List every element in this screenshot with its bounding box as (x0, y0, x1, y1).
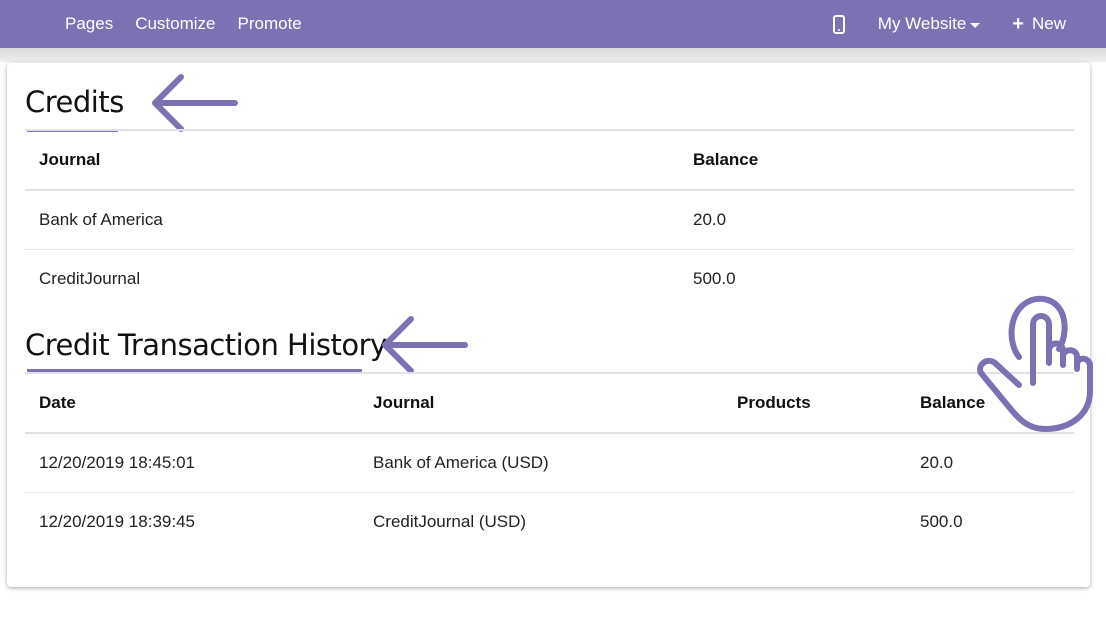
table-row: 12/20/2019 18:45:01 Bank of America (USD… (25, 433, 1074, 493)
nav-left-group: Pages Customize Promote (65, 14, 302, 34)
credits-header-row: Journal Balance (25, 129, 1074, 191)
plus-icon: + (1012, 13, 1024, 35)
top-navbar: Pages Customize Promote My Website + New (0, 0, 1106, 48)
credits-journal-cell: CreditJournal (39, 269, 141, 288)
history-date-cell: 12/20/2019 18:39:45 (39, 512, 195, 531)
history-journal-cell: Bank of America (USD) (359, 433, 723, 493)
table-row: CreditJournal 500.0 (25, 250, 1074, 309)
history-journal-cell: CreditJournal (USD) (373, 512, 527, 531)
left-arrow-icon (152, 74, 238, 132)
history-products-cell (723, 493, 906, 552)
history-products-cell (723, 433, 906, 493)
new-button[interactable]: + New (1012, 14, 1066, 34)
pointing-hand-icon (977, 295, 1093, 432)
credits-col-journal: Journal (25, 129, 679, 191)
history-title: Credit Transaction History (25, 328, 387, 362)
navbar-shadow (0, 48, 1106, 62)
history-header-row: Date Journal Products Balance (25, 372, 1074, 434)
credits-journal-cell: Bank of America (25, 190, 679, 250)
nav-pages-link[interactable]: Pages (65, 14, 113, 34)
content-card: Credits Journal Balance Bank of America … (7, 63, 1090, 587)
nav-right-group: My Website + New (831, 0, 1106, 48)
my-website-dropdown[interactable]: My Website (878, 14, 981, 34)
my-website-label: My Website (877, 14, 967, 33)
credits-col-balance: Balance (679, 129, 1074, 191)
nav-promote-link[interactable]: Promote (238, 14, 302, 34)
history-balance-cell: 20.0 (906, 433, 1074, 493)
credits-title: Credits (25, 85, 124, 119)
history-date-cell: 12/20/2019 18:45:01 (25, 433, 359, 493)
table-row: 12/20/2019 18:39:45 CreditJournal (USD) … (25, 493, 1074, 552)
credits-table: Journal Balance Bank of America 20.0 Cre… (25, 129, 1074, 308)
mobile-phone-icon (832, 14, 845, 34)
mobile-preview-button[interactable] (831, 14, 847, 34)
new-button-label: New (1031, 14, 1066, 33)
nav-customize-link[interactable]: Customize (135, 14, 215, 34)
history-table: Date Journal Products Balance 12/20/2019… (25, 372, 1074, 551)
history-col-date: Date (25, 372, 359, 434)
history-balance-cell: 500.0 (920, 512, 963, 531)
credits-balance-cell: 20.0 (679, 190, 1074, 250)
left-arrow-icon (382, 316, 468, 374)
history-col-journal: Journal (359, 372, 723, 434)
table-row: Bank of America 20.0 (25, 190, 1074, 250)
history-col-products: Products (723, 372, 906, 434)
caret-down-icon (970, 22, 981, 28)
